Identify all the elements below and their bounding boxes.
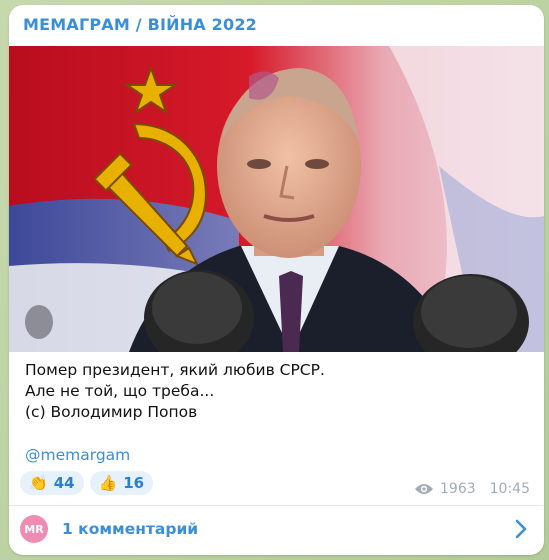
channel-name[interactable]: МЕМАГРАМ / ВІЙНА 2022 (23, 15, 257, 34)
caption-line: Але не той, що треба... (25, 382, 215, 400)
caption-line: Помер президент, який любив СРСР. (25, 361, 325, 379)
eye-icon (415, 484, 433, 494)
post-caption: Помер президент, який любив СРСР. Але не… (25, 360, 525, 423)
clapping-hands-icon: 👏 (29, 473, 48, 492)
reaction-clap[interactable]: 👏 44 (20, 471, 84, 495)
thumbs-up-icon: 👍 (98, 473, 118, 492)
reaction-thumbs-up[interactable]: 👍 16 (89, 471, 154, 495)
message-meta: 1963 10:45 (414, 481, 530, 497)
caption-line: (с) Володимир Попов (25, 403, 198, 421)
reaction-count: 44 (53, 474, 75, 492)
avatar: MR (20, 515, 48, 543)
post-photo-image (9, 46, 544, 352)
channel-link[interactable]: @memargam (25, 446, 130, 464)
watermark-logo-icon (25, 305, 53, 339)
chevron-right-icon (515, 519, 527, 539)
message-time: 10:45 (489, 481, 530, 497)
reaction-count: 16 (123, 474, 145, 492)
post-photo[interactable] (9, 46, 544, 352)
comments-button[interactable]: MR 1 комментарий (9, 506, 544, 555)
channel-post: МЕМАГРАМ / ВІЙНА 2022 Помер президент, я… (9, 5, 544, 555)
view-count: 1963 (440, 481, 476, 497)
reactions-bar: 👏 44 👍 16 (20, 471, 154, 495)
comments-label: 1 комментарий (62, 520, 199, 538)
